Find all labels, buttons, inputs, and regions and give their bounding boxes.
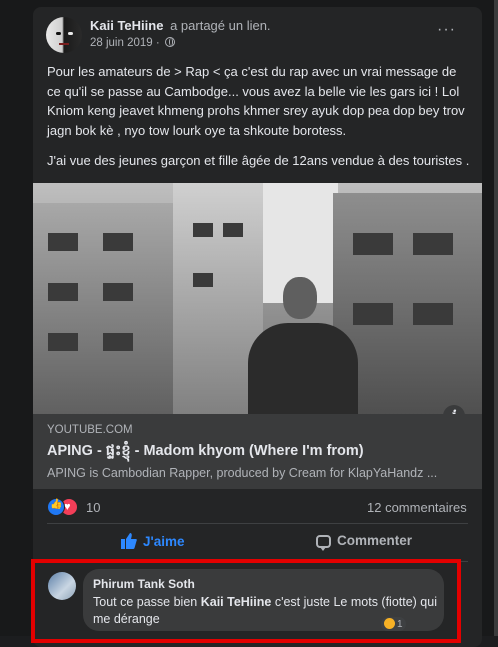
link-title[interactable]: APING - ផ្ទះខ្ញុំ - Madom khyom (Where I… [47,442,364,463]
post-body: Pour les amateurs de > Rap < ça c'est du… [47,62,471,182]
post-action-text: a partagé un lien. [170,18,271,33]
comment-button[interactable]: Commenter [316,533,412,557]
author-avatar[interactable] [46,17,82,53]
divider [47,523,468,524]
comment-mention[interactable]: Kaii TeHiine [201,595,272,609]
avatar-mouth [59,43,69,45]
comment-text-before: Tout ce passe bien [93,595,201,609]
link-domain: YOUTUBE.COM [47,424,133,436]
thumbs-up-icon [121,533,137,549]
like-button[interactable]: J'aime [121,533,185,557]
link-description: APING is Cambodian Rapper, produced by C… [47,466,438,480]
haha-reaction-icon [384,618,395,629]
post-paragraph-2: J'ai vue des jeunes garçon et fille âgée… [47,153,470,168]
comment-bubble-icon [316,535,331,551]
post-paragraph-1: Pour les amateurs de > Rap < ça c'est du… [47,64,465,138]
globe-icon [164,37,175,47]
comment-button-label: Commenter [337,533,413,548]
divider [47,561,468,562]
commenter-name[interactable]: Phirum Tank Soth [93,577,195,591]
comment-reaction-count: 1 [397,619,403,630]
like-button-label: J'aime [143,534,185,549]
post-date[interactable]: 28 juin 2019 · [90,37,160,49]
post-header: Kaii TeHiine a partagé un lien. [90,18,271,33]
thumbnail-person-body [248,323,358,421]
post-meta: 28 juin 2019 · [90,37,175,49]
reactions-count[interactable]: 10 [86,500,100,515]
more-options-button[interactable]: ··· [437,21,456,39]
avatar-eye-left [56,32,61,35]
comments-count[interactable]: 12 commentaires [367,500,467,515]
link-preview[interactable]: YOUTUBE.COM APING - ផ្ទះខ្ញុំ - Madom kh… [33,414,482,489]
post-card: Kaii TeHiine a partagé un lien. 28 juin … [33,7,482,647]
thumbnail-person-head [283,277,317,319]
avatar-eye-right [68,32,73,35]
thumbnail-building-left [33,203,183,421]
comment-reaction-badge[interactable]: 1 [381,617,406,631]
scrollbar-track[interactable] [494,0,498,647]
author-name[interactable]: Kaii TeHiine [90,18,163,33]
like-reaction-icon [47,498,65,516]
video-thumbnail[interactable]: i [33,183,482,421]
commenter-avatar[interactable] [48,572,76,600]
